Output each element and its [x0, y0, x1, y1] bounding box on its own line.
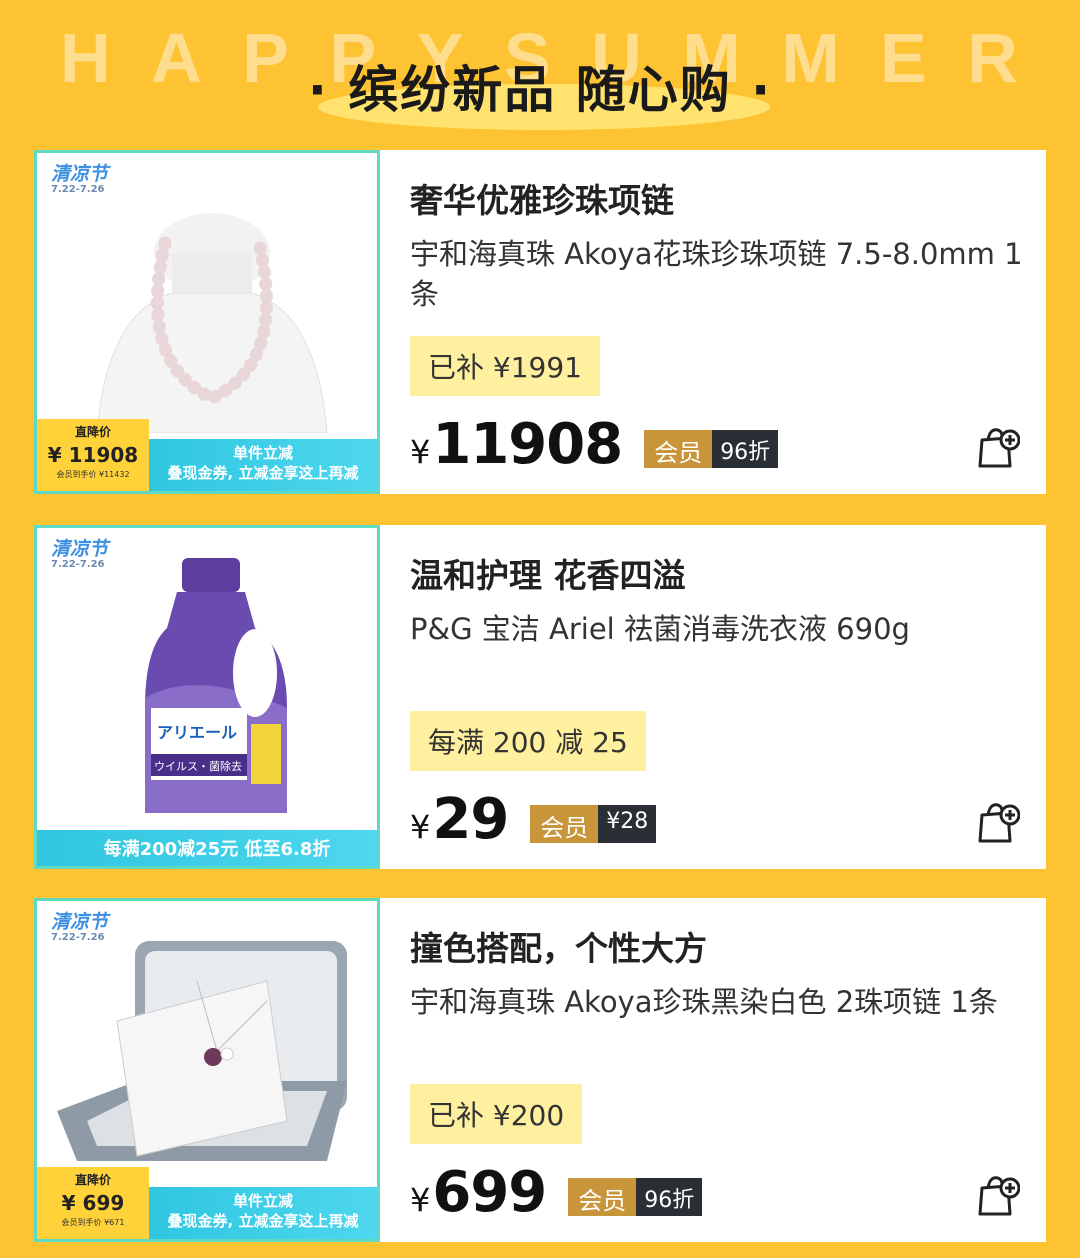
- bottle-sublabel: ウイルス・菌除去: [154, 759, 242, 773]
- add-to-cart-icon[interactable]: [978, 424, 1020, 468]
- product-thumbnail[interactable]: 清凉节 7.22-7.26 アリエール ウイルス・菌除去 每满200减25元 低…: [34, 525, 380, 869]
- add-to-cart-icon[interactable]: [978, 799, 1020, 843]
- price-tag: 直降价 ¥ 699 会员到手价 ¥671: [37, 1167, 149, 1239]
- product-card[interactable]: 清凉节 7.22-7.26 直降价 ¥ 699 会员到手价 ¥671 单件立减 …: [34, 898, 1046, 1242]
- ribbon-line2: 叠现金券, 立减金享这上再减: [167, 464, 359, 482]
- festival-date: 7.22-7.26: [51, 559, 105, 570]
- product-card[interactable]: 清凉节 7.22-7.26 直降价 ¥ 11908 会员到手价 ¥11432 单…: [34, 150, 1046, 494]
- product-price: 29: [432, 787, 509, 852]
- member-label: 会员: [568, 1177, 637, 1216]
- bottle-label: アリエール: [157, 723, 237, 742]
- product-price: 11908: [432, 412, 623, 477]
- member-label: 会员: [644, 429, 713, 468]
- product-description: 宇和海真珠 Akoya珍珠黑染白色 2珠项链 1条: [410, 985, 998, 1019]
- member-value: ¥28: [598, 804, 657, 843]
- price-tag: 直降价 ¥ 11908 会员到手价 ¥11432: [37, 419, 149, 491]
- product-info: 温和护理 花香四溢 P&G 宝洁 Ariel 祛菌消毒洗衣液 690g: [410, 549, 1026, 649]
- member-badge: 会员 ¥28: [530, 804, 657, 843]
- discount-badge: 每满 200 减 25: [410, 711, 646, 771]
- festival-label: 清凉节: [51, 911, 109, 933]
- price-row: ¥ 699 会员 96折: [410, 1160, 703, 1225]
- festival-badge: 清凉节 7.22-7.26: [51, 907, 108, 943]
- festival-badge: 清凉节 7.22-7.26: [51, 534, 108, 570]
- promo-ribbon: 单件立减 叠现金券, 立减金享这上再减: [149, 1187, 377, 1239]
- subsidy-badge: 已补 ¥1991: [410, 336, 600, 396]
- festival-label: 清凉节: [51, 538, 109, 560]
- product-description: 宇和海真珠 Akoya花珠珍珠项链 7.5-8.0mm 1条: [410, 237, 1023, 311]
- product-headline: 奢华优雅珍珠项链: [410, 181, 674, 220]
- promo-ribbon: 每满200减25元 低至6.8折: [37, 830, 377, 866]
- add-to-cart-icon[interactable]: [978, 1172, 1020, 1216]
- price-tag-title: 直降价: [74, 1173, 111, 1187]
- product-thumbnail[interactable]: 清凉节 7.22-7.26 直降价 ¥ 699 会员到手价 ¥671 单件立减 …: [34, 898, 380, 1242]
- price-tag-price: ¥ 699: [61, 1191, 125, 1215]
- price-tag-title: 直降价: [74, 425, 111, 439]
- product-thumbnail[interactable]: 清凉节 7.22-7.26 直降价 ¥ 11908 会员到手价 ¥11432 单…: [34, 150, 380, 494]
- product-price: 699: [432, 1160, 547, 1225]
- pearl-necklace-icon: [96, 213, 328, 433]
- member-badge: 会员 96折: [644, 429, 779, 468]
- currency-symbol: ¥: [410, 1181, 431, 1219]
- product-info: 撞色搭配，个性大方 宇和海真珠 Akoya珍珠黑染白色 2珠项链 1条: [410, 922, 1026, 1022]
- currency-symbol: ¥: [410, 433, 431, 471]
- festival-label: 清凉节: [51, 163, 109, 185]
- member-label: 会员: [530, 804, 599, 843]
- subsidy-badge: 已补 ¥200: [410, 1084, 583, 1144]
- price-row: ¥ 29 会员 ¥28: [410, 787, 657, 852]
- member-badge: 会员 96折: [568, 1177, 703, 1216]
- detergent-bottle-icon: アリエール ウイルス・菌除去: [145, 558, 287, 813]
- product-info: 奢华优雅珍珠项链 宇和海真珠 Akoya花珠珍珠项链 7.5-8.0mm 1条: [410, 174, 1026, 314]
- product-headline: 撞色搭配，个性大方: [410, 929, 707, 968]
- price-tag-price: ¥ 11908: [47, 443, 139, 467]
- ribbon-line1: 单件立减: [232, 444, 293, 462]
- price-tag-member: 会员到手价 ¥11432: [56, 470, 130, 479]
- price-row: ¥ 11908 会员 96折: [410, 412, 779, 477]
- price-tag-member: 会员到手价 ¥671: [61, 1218, 125, 1227]
- product-headline: 温和护理 花香四溢: [410, 556, 686, 595]
- member-value: 96折: [712, 429, 779, 468]
- ribbon-line1: 单件立减: [232, 1192, 293, 1210]
- promo-ribbon: 单件立减 叠现金券, 立减金享这上再减: [149, 439, 377, 491]
- currency-symbol: ¥: [410, 808, 431, 846]
- product-card[interactable]: 清凉节 7.22-7.26 アリエール ウイルス・菌除去 每满200减25元 低…: [34, 525, 1046, 869]
- ribbon-line2: 叠现金券, 立减金享这上再减: [167, 1212, 359, 1230]
- pendant-gift-box-icon: [57, 941, 347, 1161]
- member-value: 96折: [636, 1177, 703, 1216]
- page-title: · 缤纷新品 随心购 ·: [307, 61, 773, 119]
- product-description: P&G 宝洁 Ariel 祛菌消毒洗衣液 690g: [410, 612, 910, 646]
